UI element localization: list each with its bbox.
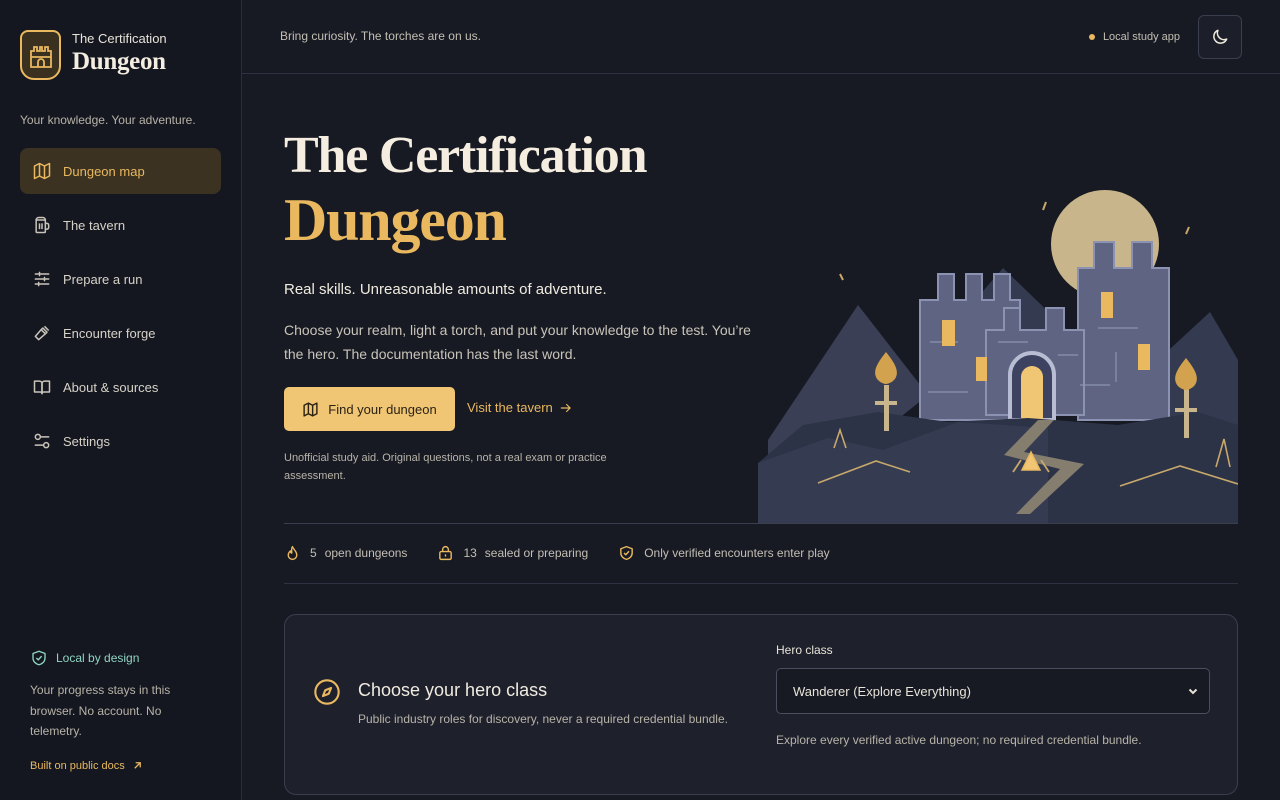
nav-item-label: Prepare a run	[63, 271, 143, 287]
card-description: Public industry roles for discovery, nev…	[358, 712, 728, 726]
nav-item-label: Encounter forge	[63, 325, 156, 341]
hero-title-line2: Dungeon	[284, 187, 507, 253]
public-docs-label: Built on public docs	[30, 759, 125, 772]
external-link-icon	[134, 762, 141, 769]
visit-tavern-link[interactable]: Visit the tavern	[467, 400, 573, 415]
find-dungeon-label: Find your dungeon	[328, 401, 437, 417]
stat-verified: Only verified encounters enter play	[618, 544, 830, 562]
hero-class-help: Explore every verified active dungeon; n…	[776, 733, 1142, 747]
chevron-down-icon	[1188, 688, 1198, 695]
nav-item-label: The tavern	[63, 217, 126, 233]
nav-item-label: About & sources	[63, 379, 159, 395]
hammer-icon	[32, 323, 52, 343]
local-notice: Local by design Your progress stays in t…	[30, 648, 210, 772]
flame-icon	[287, 545, 298, 561]
hero-subtitle: Real skills. Unreasonable amounts of adv…	[284, 281, 607, 298]
mug-icon	[32, 215, 52, 235]
castle-illustration	[758, 190, 1238, 523]
nav-item-label: Dungeon map	[63, 163, 145, 179]
local-title: Local by design	[56, 651, 140, 665]
stats-row: 5 open dungeons 13 sealed or preparing O…	[284, 544, 860, 562]
settings-icon	[32, 431, 52, 451]
nav-item-prepare-run[interactable]: Prepare a run	[20, 256, 221, 302]
compass-icon	[314, 679, 340, 705]
find-dungeon-button[interactable]: Find your dungeon	[284, 387, 455, 431]
stat-count: 13	[463, 546, 477, 560]
theme-toggle-button[interactable]	[1198, 15, 1242, 59]
moon-icon	[1213, 29, 1228, 44]
top-motto: Bring curiosity. The torches are on us.	[280, 29, 481, 43]
public-docs-link[interactable]: Built on public docs	[30, 760, 210, 772]
castle-logo-icon	[20, 30, 61, 80]
main-nav: Dungeon map The tavern Prepare a run Enc…	[20, 148, 221, 472]
sidebar: The Certification Dungeon Your knowledge…	[0, 0, 242, 800]
nav-item-dungeon-map[interactable]: Dungeon map	[20, 148, 221, 194]
hero-title-line1: The Certification	[284, 127, 647, 184]
divider	[284, 523, 1238, 524]
status-label: Local study app	[1102, 31, 1180, 43]
disclaimer: Unofficial study aid. Original questions…	[284, 452, 607, 482]
topbar: Bring curiosity. The torches are on us. …	[242, 0, 1280, 74]
lock-icon	[439, 545, 453, 561]
brand-subtitle: The Certification	[72, 31, 167, 46]
card-title: Choose your hero class	[358, 680, 548, 700]
visit-tavern-label: Visit the tavern	[467, 400, 553, 415]
hero-class-select[interactable]: Wanderer (Explore Everything)	[776, 668, 1210, 714]
hero-description: Choose your realm, light a torch, and pu…	[284, 322, 751, 362]
stat-label: open dungeons	[324, 546, 408, 560]
brand[interactable]: The Certification Dungeon	[20, 30, 167, 80]
map-icon	[32, 161, 52, 181]
nav-item-tavern[interactable]: The tavern	[20, 202, 221, 248]
shield-check-icon	[620, 545, 634, 561]
status-dot	[1088, 34, 1095, 40]
stat-sealed: 13 sealed or preparing	[437, 544, 588, 562]
book-icon	[32, 377, 52, 397]
nav-item-label: Settings	[63, 433, 110, 449]
shield-check-icon	[30, 648, 48, 668]
hero-class-label: Hero class	[776, 643, 833, 657]
nav-item-about-sources[interactable]: About & sources	[20, 364, 221, 410]
stat-open-dungeons: 5 open dungeons	[284, 544, 407, 562]
stat-label: sealed or preparing	[484, 546, 589, 560]
sidebar-tagline: Your knowledge. Your adventure.	[20, 113, 196, 127]
divider	[284, 583, 1238, 584]
hero-class-selected-value: Wanderer (Explore Everything)	[793, 683, 971, 699]
nav-item-settings[interactable]: Settings	[20, 418, 221, 464]
hero-class-card: Choose your hero class Public industry r…	[284, 614, 1238, 795]
local-description: Your progress stays in this browser. No …	[30, 683, 171, 738]
arrow-right-icon	[560, 403, 571, 412]
stat-count: 5	[310, 546, 317, 560]
map-icon	[303, 401, 318, 417]
status-indicator: Local study app	[1088, 31, 1180, 43]
nav-item-encounter-forge[interactable]: Encounter forge	[20, 310, 221, 356]
stat-label: Only verified encounters enter play	[644, 546, 830, 560]
brand-title: Dungeon	[72, 48, 166, 75]
sliders-icon	[32, 269, 52, 289]
